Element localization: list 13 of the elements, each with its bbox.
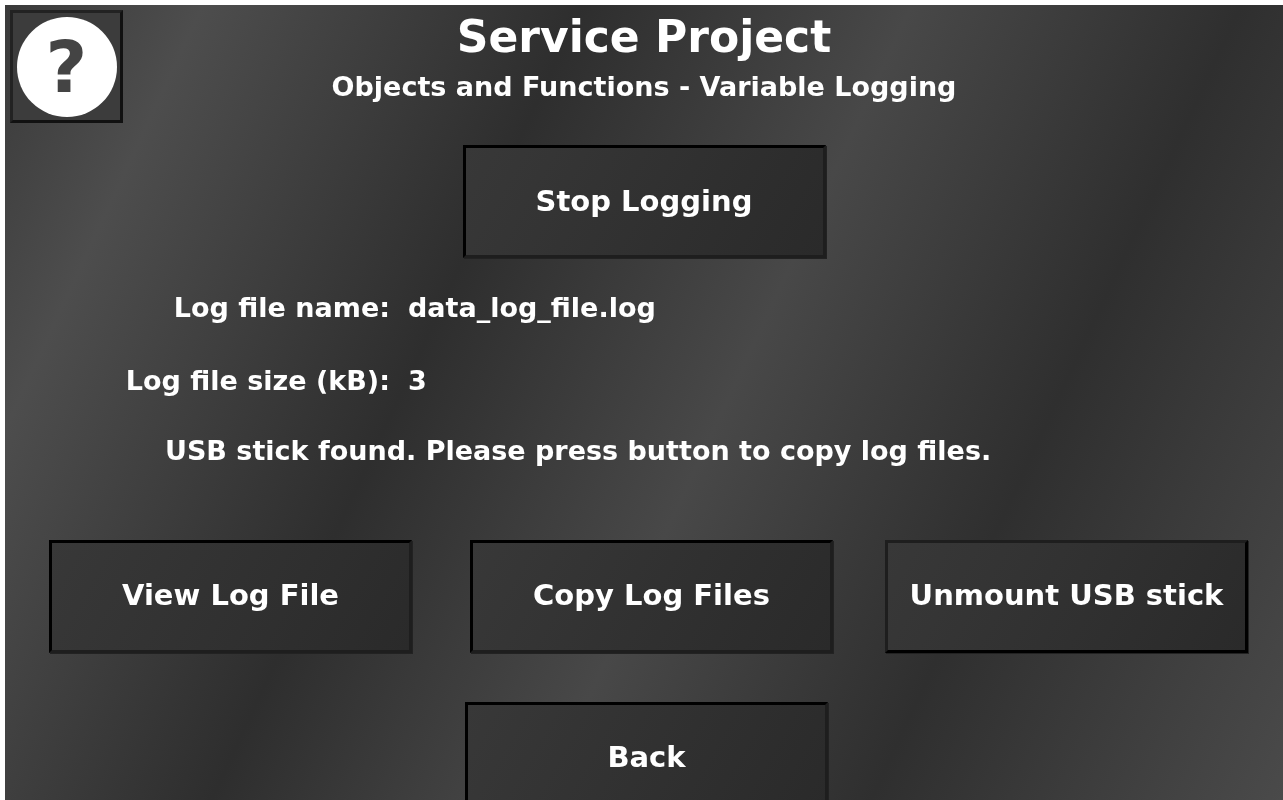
- field-value: 3: [408, 364, 427, 396]
- field-label: Log file size (kB):: [125, 364, 390, 396]
- screen-subtitle: Objects and Functions - Variable Logging: [330, 70, 958, 105]
- action-button[interactable]: Copy Log Files: [470, 539, 833, 653]
- back-button[interactable]: Back: [465, 701, 828, 800]
- screen-title: Service Project: [455, 13, 833, 62]
- status-message: USB stick found. Please press button to copy log files.: [165, 435, 992, 466]
- field-value: data_log_file.log: [408, 292, 656, 323]
- action-button[interactable]: View Log File: [49, 539, 412, 653]
- stop-logging-button[interactable]: Stop Logging: [462, 145, 826, 258]
- field-label: Log file name:: [173, 292, 390, 323]
- help-button[interactable]: ?: [10, 10, 123, 123]
- action-button[interactable]: Unmount USB stick: [885, 539, 1248, 653]
